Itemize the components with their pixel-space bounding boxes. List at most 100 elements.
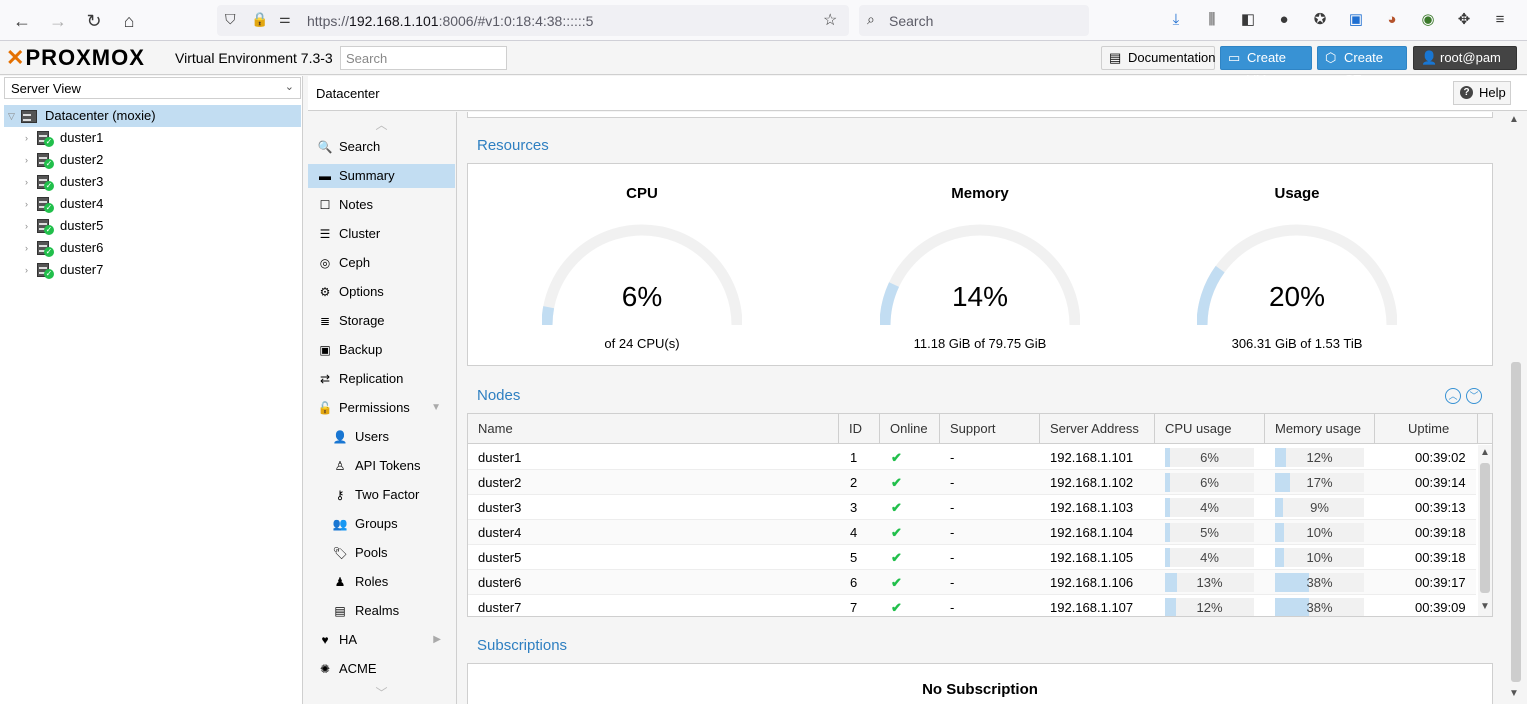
extension-pan-icon[interactable]: ●: [1274, 10, 1294, 30]
table-row[interactable]: duster6 6 ✔ - 192.168.1.106 13% 38% 00:39:17: [468, 570, 1476, 595]
lock-icon[interactable]: 🔒: [251, 11, 268, 28]
column-header-cpu[interactable]: CPU usage: [1155, 414, 1265, 444]
menu-item-roles[interactable]: ♟ Roles: [308, 570, 455, 594]
scroll-up-icon[interactable]: ▲: [1509, 114, 1519, 125]
menu-item-search[interactable]: 🔍 Search: [308, 135, 455, 159]
tree-item-label: duster5: [60, 218, 104, 233]
menu-item-pools[interactable]: 🏷 Pools: [308, 541, 455, 565]
menu-icon[interactable]: ≡: [1490, 10, 1510, 30]
grid-scroll-thumb[interactable]: [1480, 463, 1490, 593]
menu-item-notes[interactable]: ☐ Notes: [308, 193, 455, 217]
forward-arrow-icon[interactable]: →: [45, 8, 71, 34]
menu-item-storage[interactable]: ≣ Storage: [308, 309, 455, 333]
table-row[interactable]: duster5 5 ✔ - 192.168.1.105 4% 10% 00:39:18: [468, 545, 1476, 570]
menu-scroll-down-icon[interactable]: ﹀: [308, 684, 455, 700]
shield-icon[interactable]: ⛉: [225, 11, 236, 28]
menu-item-label: Options: [339, 284, 384, 299]
extensions-icon[interactable]: ✥: [1454, 10, 1474, 30]
expand-arrow-icon[interactable]: ›: [25, 171, 28, 193]
scroll-down-icon[interactable]: ▼: [1478, 601, 1492, 612]
gauge-cpu: CPU 6% of 24 CPU(s): [492, 164, 792, 364]
expand-arrow-icon[interactable]: ›: [25, 237, 28, 259]
cookie-icon[interactable]: ✪: [1310, 10, 1330, 30]
back-arrow-icon[interactable]: ←: [9, 8, 35, 34]
menu-item-groups[interactable]: 👥 Groups: [308, 512, 455, 536]
collapse-up-icon[interactable]: ︿: [1445, 388, 1461, 404]
menu-item-api-tokens[interactable]: ♙ API Tokens: [308, 454, 455, 478]
menu-item-acme[interactable]: ✺ ACME: [308, 657, 455, 681]
column-header-name[interactable]: Name: [468, 414, 839, 444]
menu-item-permissions[interactable]: 🔓 Permissions ▼: [308, 396, 455, 420]
main-scroll-thumb[interactable]: [1511, 362, 1521, 682]
expand-down-icon[interactable]: ﹀: [1466, 388, 1482, 404]
menu-item-cluster[interactable]: ☰ Cluster: [308, 222, 455, 246]
scroll-down-icon[interactable]: ▼: [1509, 688, 1519, 699]
grid-scrollbar[interactable]: ▲ ▼: [1478, 445, 1492, 616]
menu-item-replication[interactable]: ⇄ Replication: [308, 367, 455, 391]
url-bar[interactable]: ⛉ 🔒 ⚌ https://192.168.1.101:8006/#v1:0:1…: [217, 5, 849, 36]
tree-item-node[interactable]: › ✓ duster7: [4, 259, 301, 281]
tree-item-node[interactable]: › ✓ duster5: [4, 215, 301, 237]
expand-arrow-icon[interactable]: ▽: [8, 105, 15, 127]
menu-item-ha[interactable]: ♥ HA ▶: [308, 628, 455, 652]
tree-item-datacenter[interactable]: ▽ Datacenter (moxie): [4, 105, 301, 127]
column-header-mem[interactable]: Memory usage: [1265, 414, 1375, 444]
home-icon[interactable]: ⌂: [116, 8, 142, 34]
gate-extension-icon[interactable]: ◉: [1418, 10, 1438, 30]
menu-item-ceph[interactable]: ◎ Ceph: [308, 251, 455, 275]
save-icon[interactable]: ▣: [1346, 10, 1366, 30]
chevron-right-icon[interactable]: ▶: [433, 628, 441, 652]
cell-uptime: 00:39:02: [1415, 450, 1466, 465]
column-header-address[interactable]: Server Address: [1040, 414, 1155, 444]
create-vm-button[interactable]: ▭Create VM: [1220, 46, 1312, 87]
browser-search-box[interactable]: ⌕ Search: [859, 5, 1089, 36]
expand-arrow-icon[interactable]: ›: [25, 259, 28, 281]
table-row[interactable]: duster1 1 ✔ - 192.168.1.101 6% 12% 00:39:02: [468, 445, 1476, 470]
menu-item-users[interactable]: 👤 Users: [308, 425, 455, 449]
tree-item-label: Datacenter (moxie): [45, 108, 156, 123]
table-row[interactable]: duster2 2 ✔ - 192.168.1.102 6% 17% 00:39:14: [468, 470, 1476, 495]
table-row[interactable]: duster4 4 ✔ - 192.168.1.104 5% 10% 00:39:18: [468, 520, 1476, 545]
tree-item-node[interactable]: › ✓ duster1: [4, 127, 301, 149]
menu-item-two-factor[interactable]: ⚷ Two Factor: [308, 483, 455, 507]
library-icon[interactable]: ⫼: [1202, 10, 1222, 30]
main-scrollbar[interactable]: ▲ ▼: [1503, 112, 1527, 704]
user-menu-button[interactable]: 👤root@pam ⌄: [1413, 46, 1517, 87]
column-header-id[interactable]: ID: [839, 414, 880, 444]
avatar-extension-icon[interactable]: ◕: [1382, 10, 1402, 30]
table-row[interactable]: duster3 3 ✔ - 192.168.1.103 4% 9% 00:39:13: [468, 495, 1476, 520]
reload-icon[interactable]: ↻: [81, 8, 107, 34]
help-button[interactable]: ? Help: [1453, 81, 1511, 105]
create-ct-button[interactable]: ⬡Create CT: [1317, 46, 1407, 87]
menu-item-options[interactable]: ⚙ Options: [308, 280, 455, 304]
expand-arrow-icon[interactable]: ›: [25, 193, 28, 215]
menu-item-summary[interactable]: ▬ Summary: [308, 164, 455, 188]
expand-arrow-icon[interactable]: ›: [25, 127, 28, 149]
scroll-up-icon[interactable]: ▲: [1478, 447, 1492, 458]
sidebar-icon[interactable]: ◧: [1238, 10, 1258, 30]
chevron-down-icon[interactable]: ▼: [431, 396, 441, 420]
tree-item-node[interactable]: › ✓ duster3: [4, 171, 301, 193]
column-header-support[interactable]: Support: [940, 414, 1040, 444]
bookmark-star-icon[interactable]: ☆: [823, 10, 837, 30]
expand-arrow-icon[interactable]: ›: [25, 149, 28, 171]
tree-item-node[interactable]: › ✓ duster6: [4, 237, 301, 259]
permissions-icon[interactable]: ⚌: [279, 11, 291, 27]
search-icon: 🔍: [317, 140, 333, 154]
view-selector[interactable]: Server View ⌄: [4, 77, 301, 99]
table-row[interactable]: duster7 7 ✔ - 192.168.1.107 12% 38% 00:39:09: [468, 595, 1476, 616]
cpu-usage-text: 4%: [1200, 550, 1219, 565]
gauge-usage: Usage 20% 306.31 GiB of 1.53 TiB: [1147, 164, 1447, 364]
column-header-online[interactable]: Online: [880, 414, 940, 444]
global-search-input[interactable]: Search: [340, 46, 507, 70]
page-title: Datacenter: [316, 86, 380, 101]
menu-scroll-up-icon[interactable]: ︿: [308, 116, 455, 132]
menu-item-realms[interactable]: ▤ Realms: [308, 599, 455, 623]
column-header-uptime[interactable]: Uptime: [1375, 414, 1478, 444]
tree-item-node[interactable]: › ✓ duster4: [4, 193, 301, 215]
tree-item-node[interactable]: › ✓ duster2: [4, 149, 301, 171]
documentation-button[interactable]: ▤ Documentation: [1101, 46, 1215, 70]
expand-arrow-icon[interactable]: ›: [25, 215, 28, 237]
menu-item-backup[interactable]: ▣ Backup: [308, 338, 455, 362]
download-icon[interactable]: ⤓: [1166, 10, 1186, 30]
